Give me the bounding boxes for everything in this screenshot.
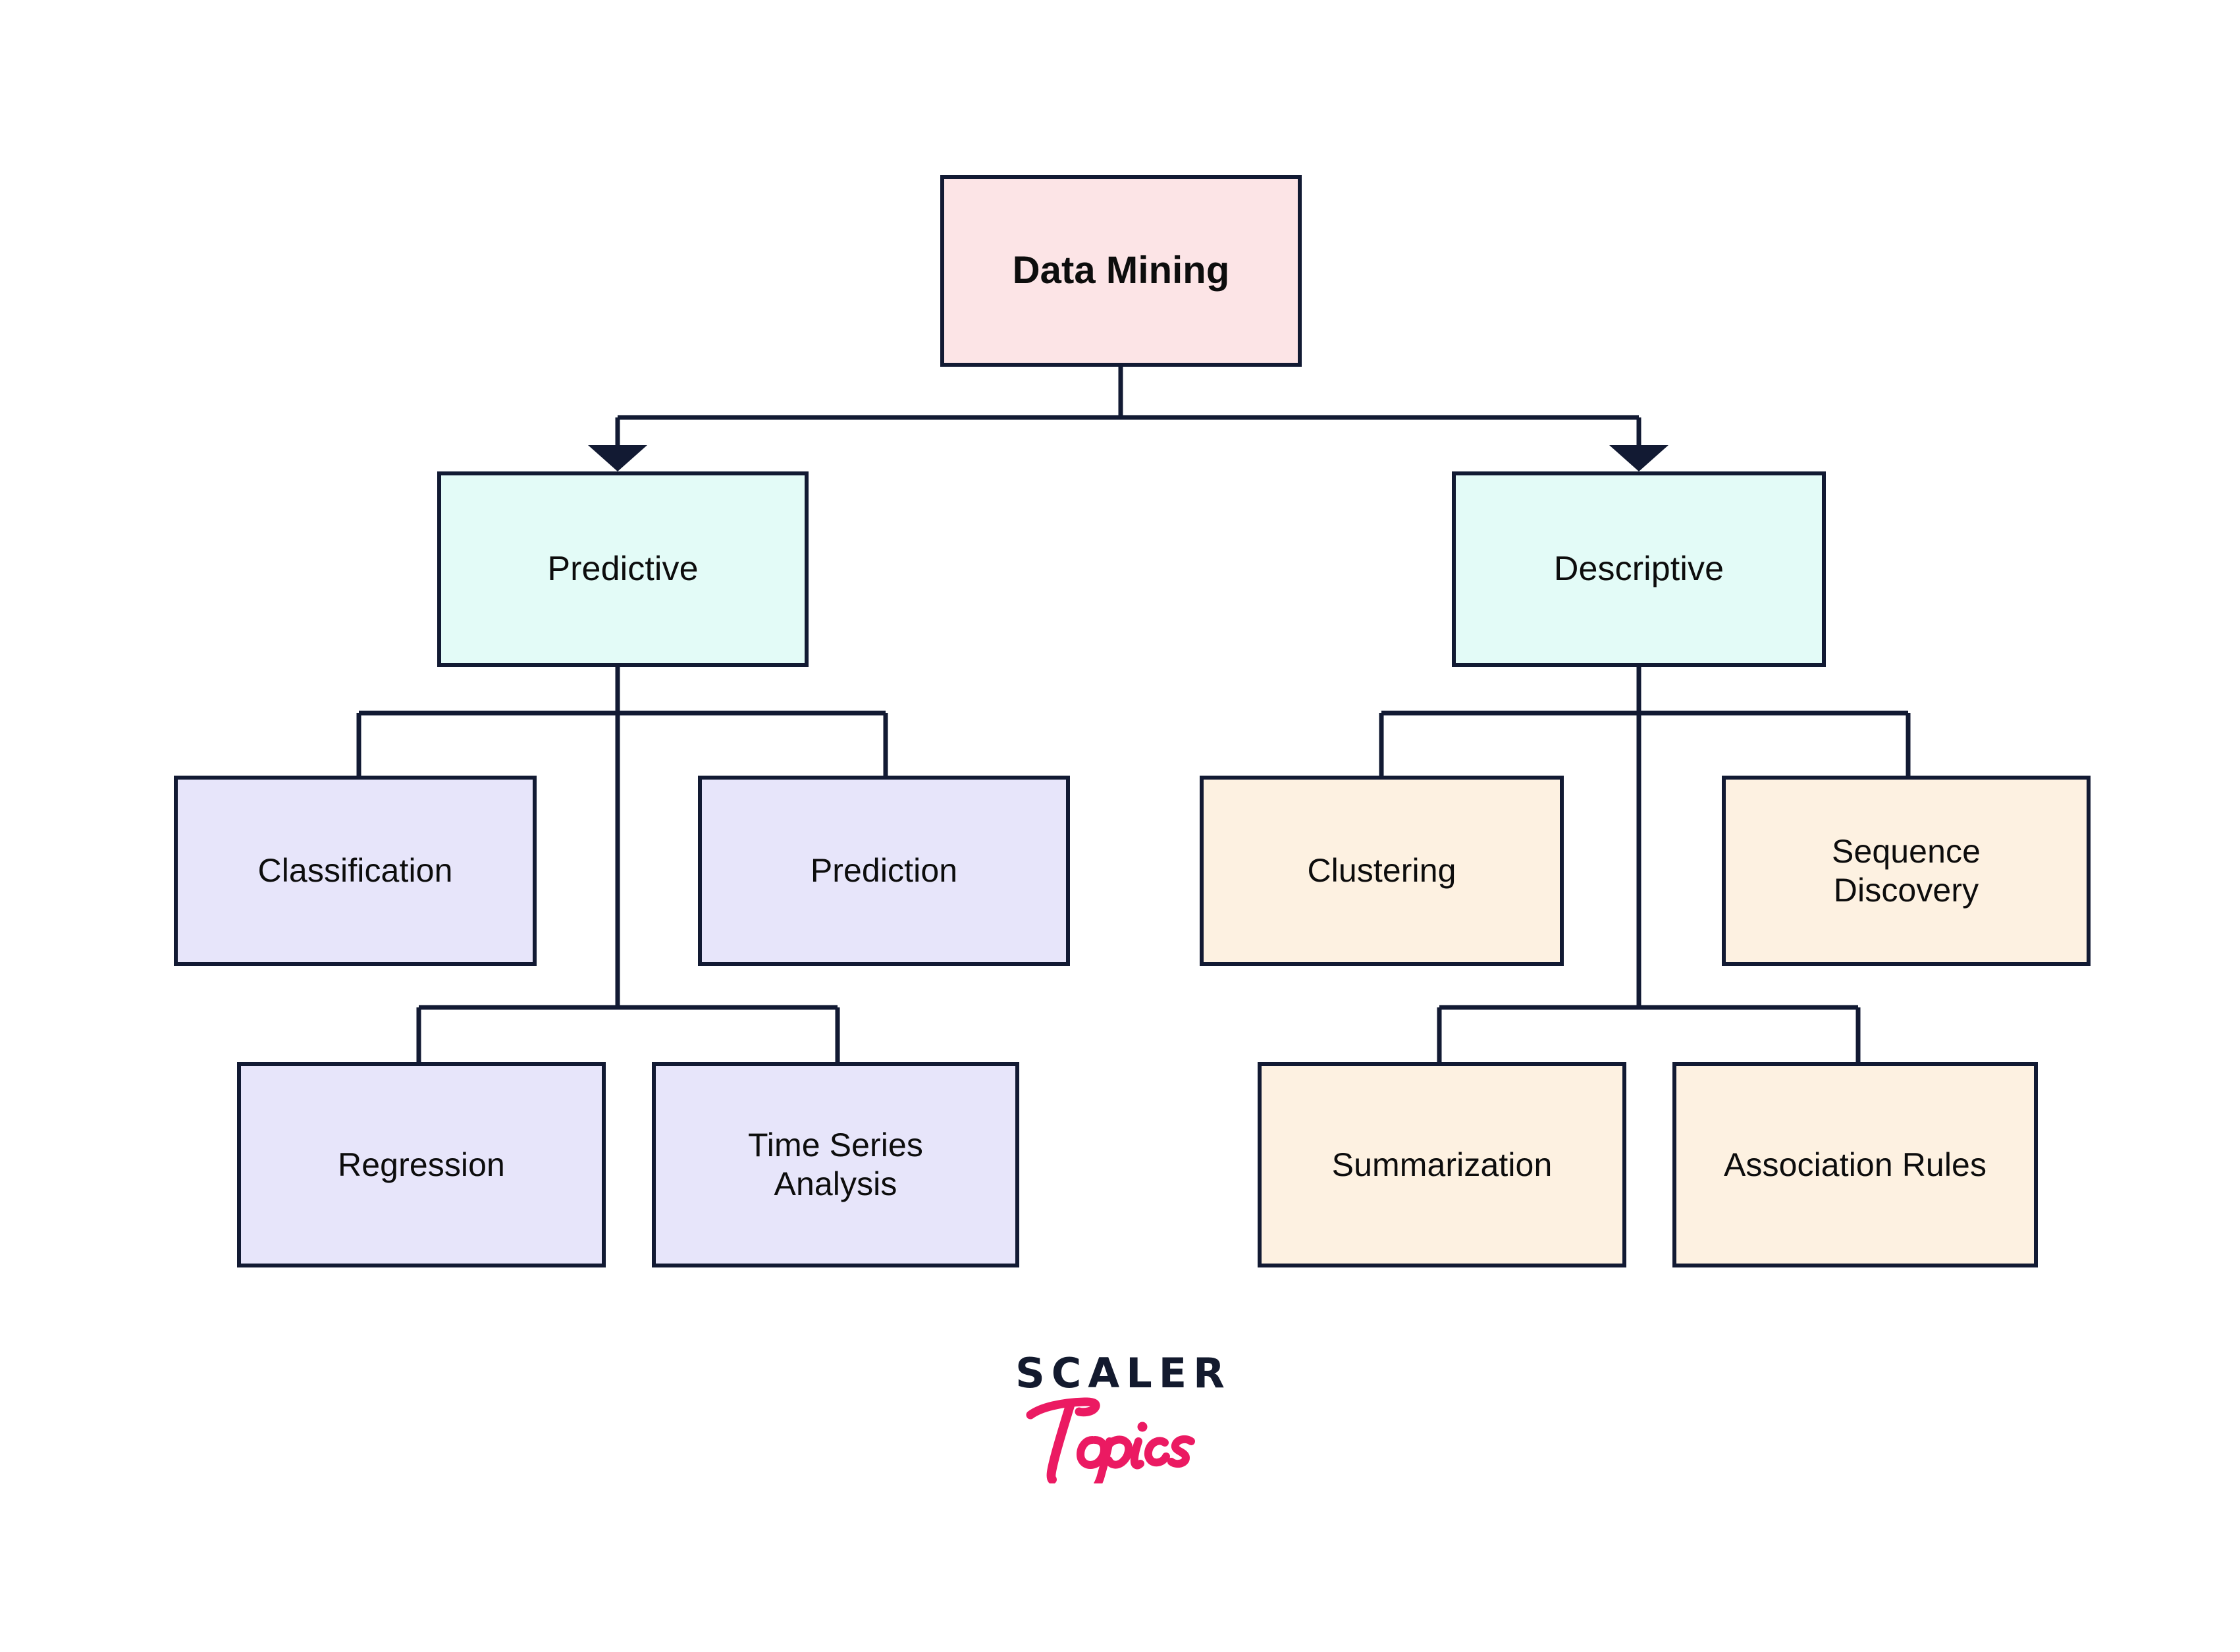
node-label: Regression (338, 1146, 505, 1183)
node-descriptive[interactable]: Descriptive (1452, 471, 1826, 667)
node-label: Association Rules (1723, 1146, 1987, 1183)
node-label: Summarization (1331, 1146, 1553, 1183)
arrowhead-descriptive-icon (1609, 445, 1668, 471)
node-regression[interactable]: Regression (237, 1062, 606, 1267)
node-predictive[interactable]: Predictive (437, 471, 809, 667)
node-clustering[interactable]: Clustering (1200, 776, 1564, 966)
node-association-rules[interactable]: Association Rules (1672, 1062, 2038, 1267)
node-prediction[interactable]: Prediction (698, 776, 1070, 966)
node-label: Sequence Discovery (1832, 832, 1981, 909)
arrowhead-predictive-icon (588, 445, 647, 471)
node-label: Classification (257, 852, 453, 889)
topics-script-icon (1026, 1397, 1195, 1483)
node-time-series-analysis[interactable]: Time Series Analysis (652, 1062, 1019, 1267)
node-label: Clustering (1307, 852, 1456, 889)
diagram-canvas: Data Mining Predictive Descriptive Class… (0, 0, 2240, 1652)
node-label: Descriptive (1553, 549, 1724, 588)
arrowheads (588, 445, 1668, 471)
logo-wordmark: SCALER (1015, 1349, 1231, 1397)
node-data-mining[interactable]: Data Mining (940, 175, 1302, 367)
node-label: Data Mining (1012, 249, 1230, 292)
scaler-topics-logo: SCALER (890, 1353, 1350, 1486)
node-label: Time Series Analysis (748, 1127, 923, 1202)
node-label: Predictive (547, 549, 699, 588)
node-classification[interactable]: Classification (174, 776, 537, 966)
node-label: Prediction (810, 852, 958, 889)
logo-script-wrap (890, 1391, 1350, 1486)
node-summarization[interactable]: Summarization (1258, 1062, 1626, 1267)
node-sequence-discovery[interactable]: Sequence Discovery (1722, 776, 2091, 966)
